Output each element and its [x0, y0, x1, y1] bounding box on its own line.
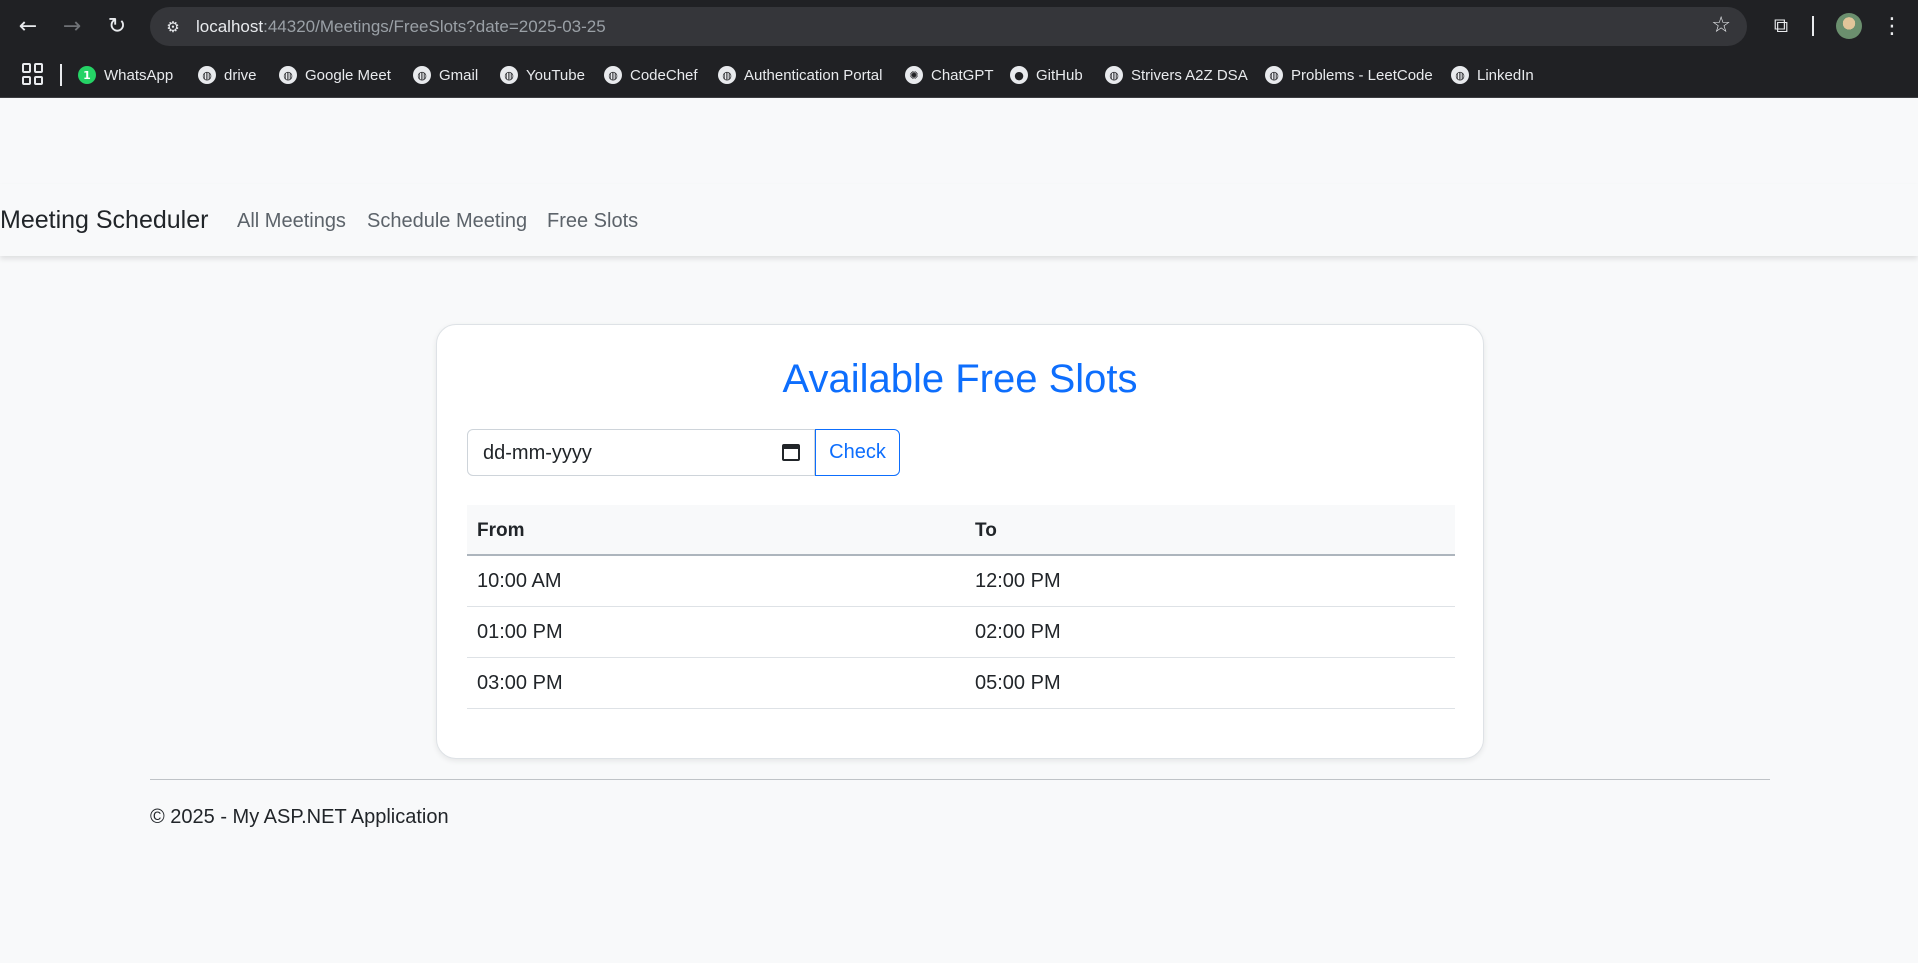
- slot-from: 01:00 PM: [477, 621, 563, 643]
- nav-link-schedule-meeting[interactable]: Schedule Meeting: [367, 210, 527, 233]
- nav-link-all-meetings[interactable]: All Meetings: [237, 210, 346, 233]
- table-row: 01:00 PM 02:00 PM: [467, 607, 1455, 658]
- forward-arrow-icon[interactable]: →: [58, 12, 86, 40]
- date-placeholder: dd-mm-yyyy: [483, 442, 592, 464]
- url-text[interactable]: localhost:44320/Meetings/FreeSlots?date=…: [196, 17, 606, 37]
- profile-avatar[interactable]: [1836, 13, 1862, 39]
- slot-from: 10:00 AM: [477, 570, 562, 592]
- bookmark-github[interactable]: ● GitHub: [1010, 62, 1083, 88]
- bookmark-youtube[interactable]: ◍ YouTube: [500, 62, 585, 88]
- slot-to: 12:00 PM: [975, 570, 1061, 592]
- bookmark-codechef[interactable]: ◍ CodeChef: [604, 62, 698, 88]
- table-header: From To: [467, 505, 1455, 556]
- date-input[interactable]: dd-mm-yyyy: [467, 429, 815, 476]
- free-slots-table: From To 10:00 AM 12:00 PM 01:00 PM 02:00…: [467, 505, 1455, 709]
- free-slots-card: Available Free Slots dd-mm-yyyy Check Fr…: [436, 324, 1484, 759]
- globe-icon: ◍: [1265, 66, 1283, 84]
- globe-icon: ◍: [198, 66, 216, 84]
- bookmark-authentication-portal[interactable]: ◍ Authentication Portal: [718, 62, 882, 88]
- bookmark-star-icon[interactable]: ☆: [1711, 13, 1731, 38]
- bookmark-gmail[interactable]: ◍ Gmail: [413, 62, 478, 88]
- bookmark-label: WhatsApp: [104, 66, 174, 84]
- bookmark-label: Strivers A2Z DSA: [1131, 66, 1248, 84]
- bookmark-google-meet[interactable]: ◍ Google Meet: [279, 62, 391, 88]
- bookmark-label: YouTube: [526, 66, 585, 84]
- globe-icon: ◍: [500, 66, 518, 84]
- globe-icon: ◍: [604, 66, 622, 84]
- bookmark-problems-leetcode[interactable]: ◍ Problems - LeetCode: [1265, 62, 1433, 88]
- column-header-to: To: [975, 520, 997, 541]
- bookmark-strivers-a2z-dsa[interactable]: ◍ Strivers A2Z DSA: [1105, 62, 1248, 88]
- calendar-icon[interactable]: [782, 444, 800, 461]
- globe-icon: ◍: [718, 66, 736, 84]
- bookmark-chatgpt[interactable]: ✺ ChatGPT: [905, 62, 994, 88]
- toolbar-divider: [1812, 16, 1814, 36]
- bookmarks-divider: [60, 64, 62, 86]
- bookmark-label: LinkedIn: [1477, 66, 1534, 84]
- site-info-icon[interactable]: ⚙: [162, 16, 184, 38]
- column-header-from: From: [477, 520, 525, 541]
- browser-toolbar: ← → ↻ ⚙ localhost:44320/Meetings/FreeSlo…: [0, 0, 1918, 52]
- globe-icon: ◍: [279, 66, 297, 84]
- bookmark-label: GitHub: [1036, 66, 1083, 84]
- menu-dots-icon[interactable]: ⋮: [1881, 12, 1903, 40]
- whatsapp-icon: 1: [78, 66, 96, 84]
- slot-to: 05:00 PM: [975, 672, 1061, 694]
- bookmark-drive[interactable]: ◍ drive: [198, 62, 257, 88]
- slot-to: 02:00 PM: [975, 621, 1061, 643]
- bookmark-label: ChatGPT: [931, 66, 994, 84]
- apps-grid-icon[interactable]: [22, 63, 44, 85]
- nav-link-free-slots[interactable]: Free Slots: [547, 210, 638, 233]
- bookmarks-bar: 1 WhatsApp ◍ drive ◍ Google Meet ◍ Gmail ◍ YouTub…: [0, 52, 1918, 98]
- page-title: Available Free Slots: [782, 357, 1138, 401]
- bookmark-label: CodeChef: [630, 66, 698, 84]
- footer-copyright: © 2025 - My ASP.NET Application: [150, 806, 449, 828]
- extensions-icon[interactable]: ⧉: [1768, 12, 1794, 38]
- back-arrow-icon[interactable]: ←: [14, 12, 42, 40]
- url-host: localhost: [196, 17, 264, 36]
- chatgpt-icon: ✺: [905, 66, 923, 84]
- bookmark-linkedin[interactable]: ◍ LinkedIn: [1451, 62, 1534, 88]
- bookmark-label: Problems - LeetCode: [1291, 66, 1433, 84]
- bookmark-label: drive: [224, 66, 257, 84]
- github-icon: ●: [1010, 66, 1028, 84]
- globe-icon: ◍: [1105, 66, 1123, 84]
- globe-icon: ◍: [1451, 66, 1469, 84]
- footer-divider: [150, 779, 1770, 780]
- reload-icon[interactable]: ↻: [103, 12, 131, 40]
- table-row: 03:00 PM 05:00 PM: [467, 658, 1455, 709]
- globe-icon: ◍: [413, 66, 431, 84]
- site-navbar: Meeting Scheduler All Meetings Schedule …: [0, 184, 1918, 256]
- bookmark-whatsapp[interactable]: 1 WhatsApp: [78, 62, 173, 88]
- brand-link[interactable]: Meeting Scheduler: [0, 206, 208, 235]
- bookmark-label: Authentication Portal: [744, 66, 883, 84]
- check-button[interactable]: Check: [815, 429, 900, 476]
- bookmark-label: Google Meet: [305, 66, 391, 84]
- url-path: :44320/Meetings/FreeSlots?date=2025-03-2…: [263, 17, 606, 36]
- bookmark-label: Gmail: [439, 66, 479, 84]
- slot-from: 03:00 PM: [477, 672, 563, 694]
- address-bar[interactable]: ⚙ localhost:44320/Meetings/FreeSlots?dat…: [150, 7, 1747, 46]
- table-row: 10:00 AM 12:00 PM: [467, 556, 1455, 607]
